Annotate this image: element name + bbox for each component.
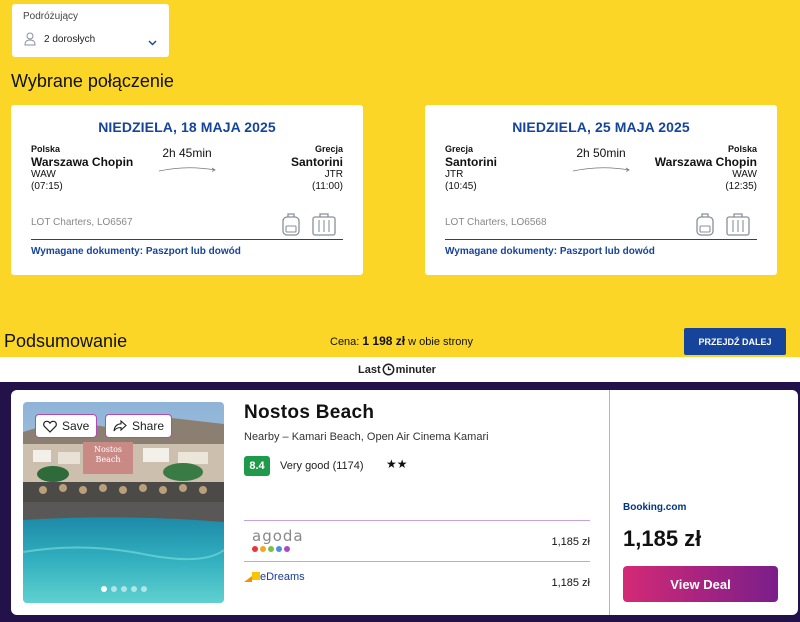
agoda-logo: agoda: [252, 527, 304, 552]
carrier-flight-number: LOT Charters, LO6567: [31, 217, 133, 228]
departure-city: Warszawa Chopin: [31, 155, 134, 169]
departure-info: Polska Warszawa Chopin WAW (07:15): [31, 144, 133, 193]
departure-time: (07:15): [31, 181, 63, 192]
arrival-time: (11:00): [312, 181, 343, 192]
arrival-country: Polska: [727, 144, 757, 154]
provider-row-agoda[interactable]: agoda 1,185 zł: [244, 520, 590, 560]
hotel-photo[interactable]: Nostos Beach Save Share: [23, 402, 224, 603]
carousel-dot[interactable]: [130, 586, 137, 592]
photo-carousel-dots[interactable]: [23, 586, 224, 592]
featured-price: 1,185 zł: [623, 526, 702, 551]
baggage-icons: [281, 211, 337, 237]
arrival-info: Polska Warszawa Chopin WAW (12:35): [655, 144, 757, 193]
departure-time: (10:45): [445, 181, 477, 192]
suitcase-icon[interactable]: [725, 211, 751, 237]
logo-text-right: minuter: [395, 363, 436, 376]
departure-code: JTR: [445, 169, 464, 180]
heart-icon: [43, 420, 57, 433]
agoda-dots-icon: [252, 546, 304, 552]
passengers-label: Podróżujący: [23, 11, 79, 22]
price-prefix: Cena:: [330, 336, 363, 348]
card-divider: [31, 239, 343, 240]
carousel-dot[interactable]: [120, 586, 127, 592]
provider-price: 1,185 zł: [551, 577, 590, 589]
flight-date: NIEDZIELA, 25 MAJA 2025: [512, 119, 690, 135]
price-value: 1 198 zł: [362, 334, 406, 348]
edreams-logo: eDreams: [244, 571, 305, 583]
arrival-info: Grecja Santorini JTR (11:00): [291, 144, 343, 193]
flight-arc-icon: [572, 167, 630, 172]
arrival-time: (12:35): [725, 181, 757, 192]
departure-city: Santorini: [445, 155, 498, 169]
arrival-country: Grecja: [314, 144, 343, 154]
departure-code: WAW: [31, 169, 56, 180]
provider-row-edreams[interactable]: eDreams 1,185 zł: [244, 561, 590, 601]
flight-summary-panel: Podróżujący 2 dorosłych Wybrane połączen…: [0, 0, 800, 357]
hotel-deal-card: Nostos Beach Save Share Nostos Beach Nea…: [11, 390, 798, 615]
arrival-city: Warszawa Chopin: [654, 155, 757, 169]
flight-duration: 2h 45min: [162, 146, 212, 160]
rating-text: Very good (1174): [280, 460, 364, 472]
card-divider: [445, 239, 757, 240]
departure-country: Polska: [31, 144, 61, 154]
departure-country: Grecja: [445, 144, 474, 154]
outbound-flight-card: NIEDZIELA, 18 MAJA 2025 Polska Warszawa …: [11, 105, 363, 275]
required-documents: Wymagane dokumenty: Paszport lub dowód: [31, 246, 241, 257]
price-suffix: w obie strony: [405, 336, 473, 348]
provider-name: eDreams: [260, 571, 305, 583]
brand-strip: Last minuter: [0, 357, 800, 382]
flight-date: NIEDZIELA, 18 MAJA 2025: [98, 119, 276, 135]
passengers-selector[interactable]: Podróżujący 2 dorosłych: [12, 4, 169, 57]
carousel-dot[interactable]: [100, 586, 107, 592]
summary-title: Podsumowanie: [4, 331, 128, 351]
photo-sign-text: Beach: [95, 455, 120, 464]
required-documents: Wymagane dokumenty: Paszport lub dowód: [445, 246, 655, 257]
return-flight-card: NIEDZIELA, 25 MAJA 2025 Grecja Santorini…: [425, 105, 777, 275]
departure-info: Grecja Santorini JTR (10:45): [445, 144, 497, 193]
share-button[interactable]: Share: [105, 414, 173, 438]
view-deal-button[interactable]: View Deal: [623, 566, 778, 602]
carousel-dot[interactable]: [140, 586, 147, 592]
arrival-code: JTR: [324, 169, 343, 180]
logo-text-left: Last: [358, 363, 381, 376]
passengers-value: 2 dorosłych: [44, 34, 96, 45]
backpack-icon[interactable]: [695, 211, 715, 237]
provider-name: agoda: [252, 527, 304, 545]
lastminuter-logo[interactable]: Last minuter: [358, 363, 436, 376]
save-button[interactable]: Save: [35, 414, 98, 438]
arrival-code: WAW: [732, 169, 757, 180]
rating-score: 8.4: [244, 456, 270, 476]
photo-sign-text: Nostos: [94, 445, 122, 454]
total-price: Cena: 1 198 zł w obie strony: [330, 334, 473, 348]
suitcase-icon[interactable]: [311, 211, 337, 237]
selected-connection-title: Wybrane połączenie: [11, 71, 174, 91]
clock-icon: [382, 363, 395, 376]
carousel-dot[interactable]: [110, 586, 117, 592]
share-label: Share: [132, 419, 165, 433]
backpack-icon[interactable]: [281, 211, 301, 237]
flight-duration: 2h 50min: [576, 146, 626, 160]
hotel-nearby: Nearby – Kamari Beach, Open Air Cinema K…: [244, 431, 489, 443]
provider-price: 1,185 zł: [551, 536, 590, 548]
featured-provider[interactable]: Booking.com: [623, 502, 686, 513]
baggage-icons: [695, 211, 751, 237]
chevron-down-icon[interactable]: [148, 40, 157, 46]
flight-arc-icon: [158, 167, 216, 172]
share-icon: [113, 420, 127, 432]
arrival-city: Santorini: [290, 155, 343, 169]
hotel-stars: ★★: [386, 457, 408, 471]
carrier-flight-number: LOT Charters, LO6568: [445, 217, 547, 228]
save-label: Save: [62, 419, 90, 433]
hotel-name[interactable]: Nostos Beach: [244, 402, 374, 424]
edreams-icon: [244, 572, 260, 582]
person-icon: [24, 32, 36, 46]
deal-divider: [609, 390, 610, 615]
proceed-button[interactable]: PRZEJDŹ DALEJ: [684, 328, 786, 355]
